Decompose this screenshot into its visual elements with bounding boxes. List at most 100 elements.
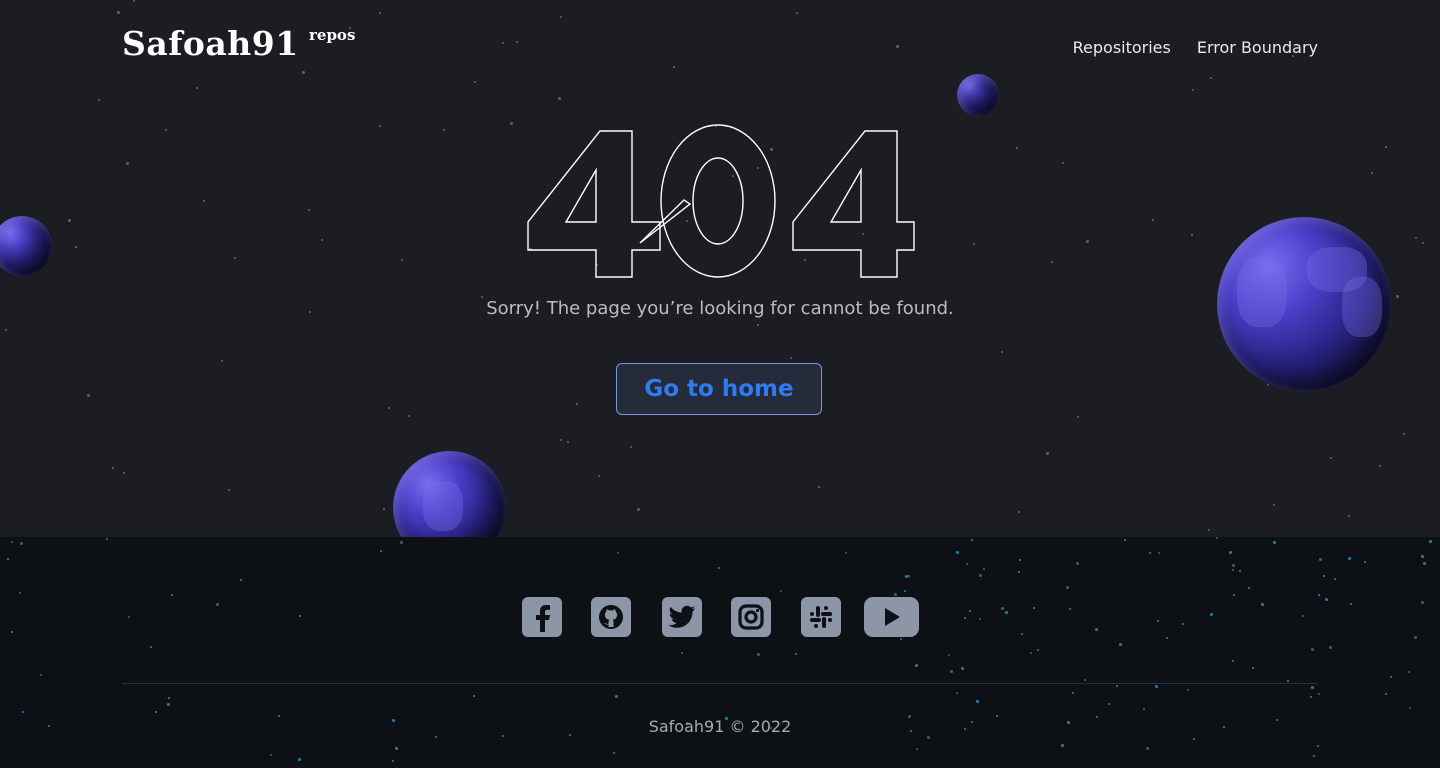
star (1066, 586, 1069, 589)
star (1124, 539, 1126, 541)
star (1311, 648, 1314, 651)
star (681, 652, 683, 654)
star (473, 695, 475, 697)
star (1076, 562, 1079, 565)
go-home-button[interactable]: Go to home (616, 363, 822, 415)
star (1311, 686, 1314, 689)
star (1348, 557, 1351, 560)
star (1317, 745, 1319, 747)
star (1143, 708, 1145, 710)
star (979, 574, 982, 577)
star (1108, 703, 1110, 705)
star (1310, 696, 1312, 698)
star (956, 551, 959, 554)
star (1239, 570, 1241, 572)
hero-section: Safoah91 repos Repositories Error Bounda… (0, 0, 1440, 537)
star (298, 758, 301, 761)
star (956, 692, 958, 694)
star (168, 697, 170, 699)
star (1323, 575, 1325, 577)
star (1116, 685, 1118, 687)
star (7, 558, 9, 560)
star (617, 552, 619, 554)
star (1429, 540, 1432, 543)
star (270, 754, 272, 756)
star (1216, 537, 1218, 539)
star (908, 575, 910, 577)
star (1084, 679, 1086, 681)
star (948, 654, 950, 656)
star (905, 575, 908, 578)
star (19, 592, 21, 594)
star (1119, 643, 1122, 646)
star (155, 711, 157, 713)
star (1319, 558, 1322, 561)
twitter-icon[interactable] (662, 597, 702, 637)
facebook-icon[interactable] (522, 597, 562, 637)
star (1273, 541, 1276, 544)
star (392, 760, 394, 762)
star (1364, 561, 1366, 563)
star (1329, 646, 1332, 649)
youtube-icon[interactable] (864, 597, 919, 637)
social-links (0, 597, 1440, 639)
star (916, 748, 918, 750)
star (1390, 676, 1392, 678)
star (1233, 594, 1235, 596)
star (976, 700, 979, 703)
error-code-graphic: 404 (527, 124, 915, 278)
star (780, 590, 782, 592)
footer-divider (122, 683, 1318, 684)
error-code-text: 404 (719, 267, 721, 269)
star (1229, 551, 1232, 554)
star (22, 711, 24, 713)
star (20, 542, 23, 545)
star (395, 747, 398, 750)
slack-icon[interactable] (801, 597, 841, 637)
star (167, 703, 170, 706)
star (240, 579, 242, 581)
star (1232, 569, 1234, 571)
star (1232, 564, 1235, 567)
github-icon[interactable] (591, 597, 631, 637)
star (971, 539, 973, 541)
star (1019, 559, 1021, 561)
star (1149, 552, 1151, 554)
instagram-icon[interactable] (731, 597, 771, 637)
star (927, 736, 930, 739)
star (1252, 667, 1254, 669)
star (1423, 562, 1426, 565)
star (1318, 693, 1320, 695)
star (845, 552, 847, 554)
star (904, 590, 906, 592)
star (1385, 693, 1387, 695)
star (1287, 680, 1289, 682)
star (380, 550, 382, 552)
star (613, 752, 615, 754)
star (1061, 744, 1064, 747)
star (435, 736, 437, 738)
star (1232, 660, 1234, 662)
star (1187, 689, 1189, 691)
copyright-text: Safoah91 © 2022 (648, 717, 792, 736)
star (983, 568, 985, 570)
star (961, 667, 964, 670)
star (1018, 571, 1020, 573)
star (1030, 652, 1032, 654)
star (1408, 671, 1410, 673)
star (718, 567, 720, 569)
star (1158, 552, 1160, 554)
star (795, 653, 797, 655)
star (1248, 587, 1250, 589)
star (1193, 738, 1195, 740)
star (757, 653, 760, 656)
star (966, 563, 968, 565)
star (150, 646, 152, 648)
star (1421, 555, 1424, 558)
star (40, 674, 42, 676)
star (1155, 685, 1158, 688)
star (1334, 578, 1336, 580)
star (171, 594, 173, 596)
star (106, 538, 108, 540)
star (1146, 747, 1149, 750)
